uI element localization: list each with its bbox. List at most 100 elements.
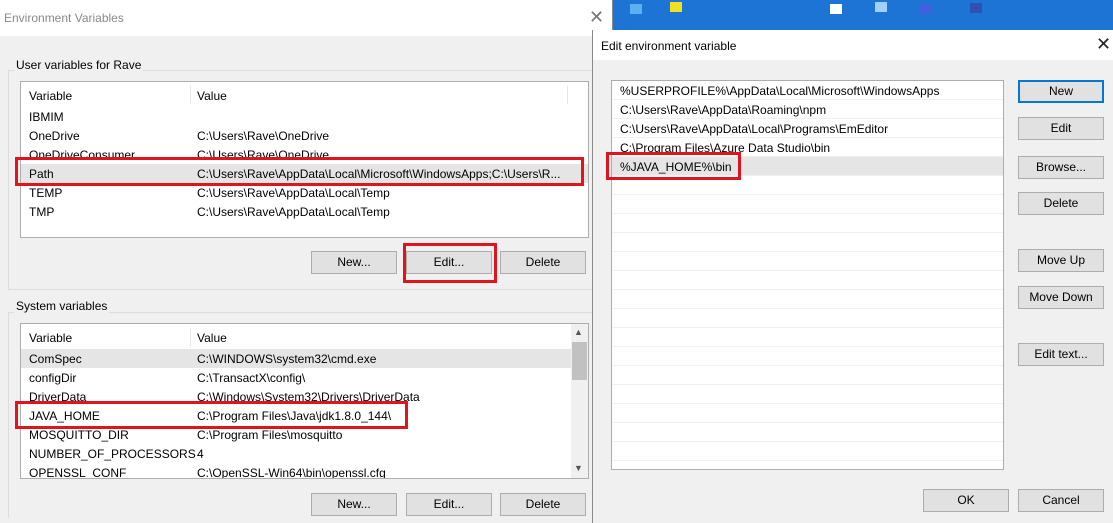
system-new-button[interactable]: New... — [311, 493, 397, 516]
list-item[interactable]: C:\Users\Rave\AppData\Local\Programs\EmE… — [612, 119, 1003, 138]
variable-name: DriverData — [29, 390, 87, 404]
list-item[interactable] — [612, 233, 1003, 252]
edit-entry-button[interactable]: Edit — [1018, 117, 1104, 140]
table-row[interactable]: configDir C:\TransactX\config\ — [21, 368, 571, 387]
table-row[interactable]: NUMBER_OF_PROCESSORS 4 — [21, 444, 571, 463]
variable-name: MOSQUITTO_DIR — [29, 428, 129, 442]
path-entries-list[interactable]: %USERPROFILE%\AppData\Local\Microsoft\Wi… — [611, 80, 1004, 470]
desktop-icon — [630, 4, 642, 14]
desktop-icon — [875, 2, 887, 12]
list-item[interactable] — [612, 195, 1003, 214]
move-up-button[interactable]: Move Up — [1018, 249, 1104, 272]
window-title: Environment Variables — [4, 11, 124, 25]
list-item[interactable] — [612, 309, 1003, 328]
list-item[interactable] — [612, 290, 1003, 309]
list-item[interactable] — [612, 271, 1003, 290]
user-delete-button[interactable]: Delete — [500, 251, 586, 274]
variable-name: IBMIM — [29, 110, 64, 124]
variable-name: TMP — [29, 205, 55, 219]
delete-entry-button[interactable]: Delete — [1018, 192, 1104, 215]
edit-text-button[interactable]: Edit text... — [1018, 343, 1104, 366]
table-row[interactable]: IBMIM — [21, 107, 588, 126]
list-item[interactable] — [612, 176, 1003, 195]
list-item[interactable]: C:\Users\Rave\AppData\Roaming\npm — [612, 100, 1003, 119]
variable-value: C:\Users\Rave\OneDrive — [197, 148, 330, 162]
scroll-up-arrow-icon[interactable]: ▲ — [574, 327, 583, 337]
variable-name: TEMP — [29, 186, 63, 200]
variable-name: NUMBER_OF_PROCESSORS — [29, 447, 196, 461]
user-variables-list[interactable]: Variable Value IBMIM OneDrive C:\Users\R… — [20, 81, 589, 238]
list-item[interactable]: %USERPROFILE%\AppData\Local\Microsoft\Wi… — [612, 81, 1003, 100]
list-header: Variable Value — [21, 82, 588, 106]
variable-value: C:\Program Files\mosquitto — [197, 428, 343, 442]
column-header-variable[interactable]: Variable — [29, 331, 72, 345]
variable-name: configDir — [29, 371, 77, 385]
close-icon[interactable]: ✕ — [589, 7, 604, 28]
user-new-button[interactable]: New... — [311, 251, 397, 274]
ok-button[interactable]: OK — [923, 489, 1009, 512]
browse-button[interactable]: Browse... — [1018, 156, 1104, 179]
system-edit-button[interactable]: Edit... — [406, 493, 492, 516]
dialog-title: Edit environment variable — [601, 39, 737, 53]
column-header-variable[interactable]: Variable — [29, 89, 72, 103]
list-item[interactable] — [612, 366, 1003, 385]
move-down-button[interactable]: Move Down — [1018, 286, 1104, 309]
table-row-selected[interactable]: Path C:\Users\Rave\AppData\Local\Microso… — [21, 164, 588, 183]
table-row[interactable]: OneDrive C:\Users\Rave\OneDrive — [21, 126, 588, 145]
desktop-icon — [670, 2, 682, 12]
list-item[interactable] — [612, 214, 1003, 233]
list-item[interactable] — [612, 385, 1003, 404]
table-row[interactable]: OneDriveConsumer C:\Users\Rave\OneDrive — [21, 145, 588, 164]
variable-value: C:\Users\Rave\AppData\Local\Temp — [197, 186, 390, 200]
list-item[interactable] — [612, 252, 1003, 271]
list-header: Variable Value — [21, 324, 571, 348]
list-item[interactable] — [612, 423, 1003, 442]
table-row-selected[interactable]: ComSpec C:\WINDOWS\system32\cmd.exe — [21, 349, 571, 368]
variable-name: OPENSSL_CONF — [29, 466, 127, 479]
variable-name: JAVA_HOME — [29, 409, 100, 423]
path-entry-text: C:\Users\Rave\AppData\Roaming\npm — [620, 103, 827, 117]
title-bar: Environment Variables ✕ — [0, 0, 612, 36]
desktop-icon — [830, 4, 842, 14]
desktop-background — [590, 0, 1113, 30]
column-header-value[interactable]: Value — [197, 89, 227, 103]
system-variables-label: System variables — [14, 299, 110, 313]
system-variables-list[interactable]: Variable Value ComSpec C:\WINDOWS\system… — [20, 323, 589, 479]
scroll-down-arrow-icon[interactable]: ▼ — [574, 463, 583, 473]
table-row[interactable]: MOSQUITTO_DIR C:\Program Files\mosquitto — [21, 425, 571, 444]
user-variables-label: User variables for Rave — [14, 58, 144, 72]
new-entry-button[interactable]: New — [1018, 80, 1104, 103]
table-row[interactable]: OPENSSL_CONF C:\OpenSSL-Win64\bin\openss… — [21, 463, 571, 479]
variable-name: ComSpec — [29, 352, 82, 366]
system-delete-button[interactable]: Delete — [500, 493, 586, 516]
scrollbar-thumb[interactable] — [572, 342, 587, 380]
variable-value: C:\TransactX\config\ — [197, 371, 306, 385]
table-row[interactable]: TEMP C:\Users\Rave\AppData\Local\Temp — [21, 183, 588, 202]
variable-value: C:\Users\Rave\AppData\Local\Temp — [197, 205, 390, 219]
variable-value: C:\WINDOWS\system32\cmd.exe — [197, 352, 377, 366]
list-item-selected[interactable]: %JAVA_HOME%\bin — [612, 157, 1003, 176]
variable-value: 4 — [197, 447, 204, 461]
path-entry-text: C:\Program Files\Azure Data Studio\bin — [620, 141, 831, 155]
path-entry-text: %USERPROFILE%\AppData\Local\Microsoft\Wi… — [620, 84, 940, 98]
list-item[interactable] — [612, 442, 1003, 461]
title-bar: Edit environment variable ✕ — [593, 30, 1113, 60]
table-row[interactable]: TMP C:\Users\Rave\AppData\Local\Temp — [21, 202, 588, 221]
close-icon[interactable]: ✕ — [1096, 34, 1111, 55]
variable-value: C:\Users\Rave\OneDrive — [197, 129, 330, 143]
list-item[interactable] — [612, 328, 1003, 347]
table-row[interactable]: JAVA_HOME C:\Program Files\Java\jdk1.8.0… — [21, 406, 571, 425]
table-row[interactable]: DriverData C:\Windows\System32\Drivers\D… — [21, 387, 571, 406]
environment-variables-window: Environment Variables ✕ User variables f… — [0, 0, 613, 523]
vertical-scrollbar[interactable]: ▲ ▼ — [571, 324, 588, 478]
cancel-button[interactable]: Cancel — [1018, 489, 1104, 512]
variable-value: C:\Users\Rave\AppData\Local\Microsoft\Wi… — [197, 167, 561, 181]
desktop-icon — [970, 3, 982, 13]
variable-value: C:\Program Files\Java\jdk1.8.0_144\ — [197, 409, 392, 423]
user-edit-button[interactable]: Edit... — [406, 251, 492, 274]
list-item[interactable] — [612, 404, 1003, 423]
variable-name: OneDriveConsumer — [29, 148, 136, 162]
column-header-value[interactable]: Value — [197, 331, 227, 345]
list-item[interactable] — [612, 347, 1003, 366]
list-item[interactable]: C:\Program Files\Azure Data Studio\bin — [612, 138, 1003, 157]
